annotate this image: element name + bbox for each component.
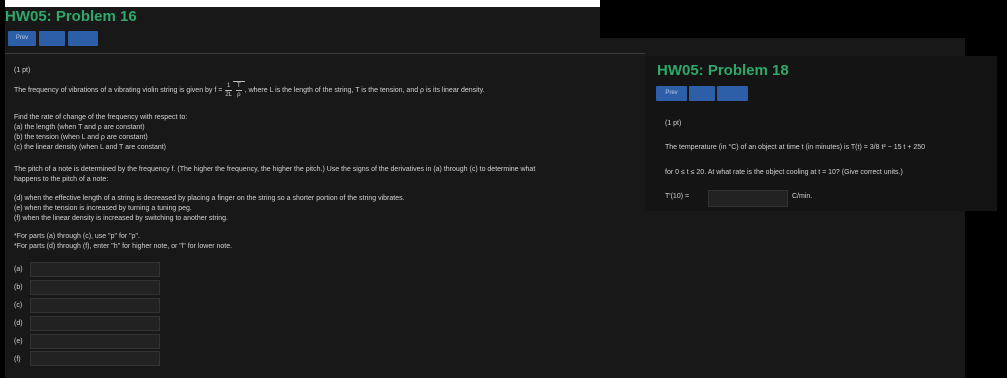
- answer-a-label: (a): [14, 266, 23, 273]
- nav-button-2[interactable]: [39, 31, 65, 46]
- top-strip: [5, 0, 600, 7]
- case-f: (f) when the linear density is increased…: [14, 215, 228, 222]
- find-a: (a) the length (when T and ρ are constan…: [14, 124, 145, 131]
- points-18: (1 pt): [665, 120, 682, 127]
- pitch-text-1: The pitch of a note is determined by the…: [14, 166, 536, 173]
- note-2: *For parts (d) through (f), enter "h" fo…: [14, 243, 233, 250]
- answer-e-input[interactable]: [30, 334, 160, 349]
- background-text-cut: [645, 30, 965, 38]
- intro-pre: The frequency of vibrations of a vibrati…: [14, 86, 213, 94]
- note-1: *For parts (a) through (c), use "p" for …: [14, 233, 140, 240]
- nav-button-5[interactable]: [717, 86, 748, 101]
- formula-lhs: f =: [214, 86, 223, 94]
- answer-d-input[interactable]: [30, 316, 160, 331]
- prev-button[interactable]: Prev: [8, 31, 36, 46]
- answer-18-input[interactable]: [708, 190, 788, 207]
- pitch-text-2: happens to the pitch of a note:: [14, 176, 109, 183]
- case-e: (e) when the tension is increased by tur…: [14, 205, 192, 212]
- problem-18-title: HW05: Problem 18: [657, 62, 789, 79]
- points: (1 pt): [14, 67, 31, 74]
- problem-18-line-1: The temperature (in °C) of an object at …: [665, 144, 926, 151]
- answer-d-label: (d): [14, 320, 23, 327]
- answer-f-label: (f): [14, 356, 21, 363]
- answer-e-label: (e): [14, 338, 23, 345]
- formula-fraction: 1 2L: [225, 82, 233, 98]
- case-d: (d) when the effective length of a strin…: [14, 195, 405, 202]
- answer-f-input[interactable]: [30, 351, 160, 366]
- problem-intro: The frequency of vibrations of a vibrati…: [14, 81, 485, 99]
- prev-button-2[interactable]: Prev: [656, 86, 687, 101]
- nav-button-4[interactable]: [689, 86, 715, 101]
- find-b: (b) the tension (when L and ρ are consta…: [14, 134, 148, 141]
- answer-b-label: (b): [14, 284, 23, 291]
- answer-b-input[interactable]: [30, 280, 160, 295]
- answer-18-unit: C/min.: [792, 193, 813, 200]
- answer-18-label: T′(10) =: [665, 193, 690, 200]
- find-c: (c) the linear density (when L and T are…: [14, 144, 167, 151]
- problem-18-window: [645, 56, 997, 211]
- page-title: HW05: Problem 16: [5, 8, 137, 25]
- nav-button-3[interactable]: [68, 31, 98, 46]
- answer-c-input[interactable]: [30, 298, 160, 313]
- answer-c-label: (c): [14, 302, 23, 309]
- formula-sqrt: Tρ: [233, 81, 245, 99]
- find-heading: Find the rate of change of the frequency…: [14, 114, 188, 121]
- answer-a-input[interactable]: [30, 262, 160, 277]
- divider: [5, 53, 645, 54]
- problem-18-line-2: for 0 ≤ t ≤ 20. At what rate is the obje…: [665, 169, 903, 176]
- intro-post: , where L is the length of the string, T…: [244, 86, 485, 94]
